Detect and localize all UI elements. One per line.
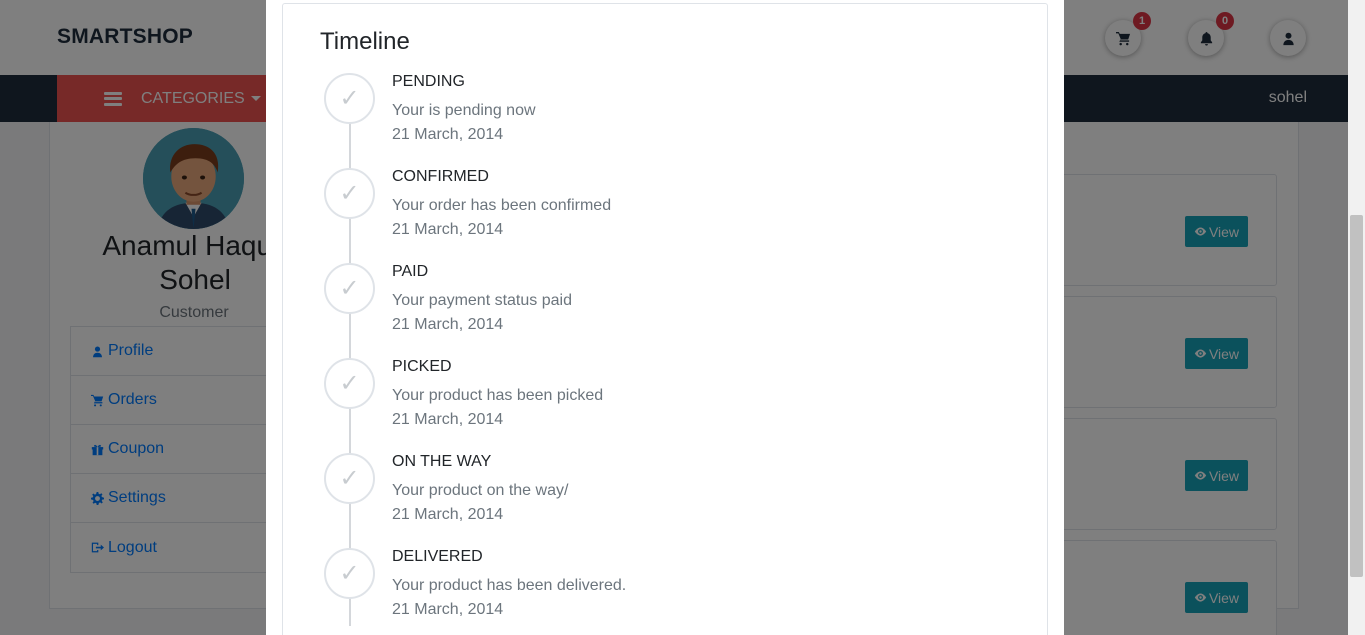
timeline-step-confirmed: ✓ CONFIRMED Your order has been confirme… xyxy=(324,168,924,263)
check-icon: ✓ xyxy=(324,453,375,504)
timeline-step-title: PENDING xyxy=(392,73,465,90)
timeline-step-description: Your order has been confirmed xyxy=(392,197,612,214)
timeline-step-paid: ✓ PAID Your payment status paid 21 March… xyxy=(324,263,924,358)
timeline-card: Timeline ✓ PENDING Your is pending now 2… xyxy=(282,3,1048,635)
timeline-step-on-the-way: ✓ ON THE WAY Your product on the way/ 21… xyxy=(324,453,924,548)
check-icon: ✓ xyxy=(324,548,375,599)
check-icon: ✓ xyxy=(324,263,375,314)
timeline-step-picked: ✓ PICKED Your product has been picked 21… xyxy=(324,358,924,453)
timeline-step-date: 21 March, 2014 xyxy=(392,506,504,523)
timeline-step-description: Your product has been picked xyxy=(392,387,604,404)
timeline-step-pending: ✓ PENDING Your is pending now 21 March, … xyxy=(324,73,924,168)
timeline-step-date: 21 March, 2014 xyxy=(392,601,504,618)
timeline-step-date: 21 March, 2014 xyxy=(392,221,504,238)
modal-title: Timeline xyxy=(320,28,410,55)
timeline-step-date: 21 March, 2014 xyxy=(392,411,504,428)
timeline-step-title: CONFIRMED xyxy=(392,168,489,185)
timeline-step-title: DELIVERED xyxy=(392,548,483,565)
order-timeline-modal: Timeline ✓ PENDING Your is pending now 2… xyxy=(266,0,1064,635)
timeline-step-date: 21 March, 2014 xyxy=(392,316,504,333)
check-icon: ✓ xyxy=(324,73,375,124)
timeline-step-description: Your payment status paid xyxy=(392,292,572,309)
timeline-step-title: ON THE WAY xyxy=(392,453,492,470)
check-icon: ✓ xyxy=(324,168,375,219)
timeline-step-delivered: ✓ DELIVERED Your product has been delive… xyxy=(324,548,924,635)
scrollbar-thumb[interactable] xyxy=(1350,215,1363,577)
timeline-step-date: 21 March, 2014 xyxy=(392,126,504,143)
timeline-step-title: PAID xyxy=(392,263,429,280)
timeline-step-description: Your product has been delivered. xyxy=(392,577,627,594)
timeline-step-description: Your is pending now xyxy=(392,102,536,119)
timeline-step-description: Your product on the way/ xyxy=(392,482,569,499)
page-scrollbar[interactable] xyxy=(1348,0,1365,635)
timeline-step-title: PICKED xyxy=(392,358,452,375)
check-icon: ✓ xyxy=(324,358,375,409)
